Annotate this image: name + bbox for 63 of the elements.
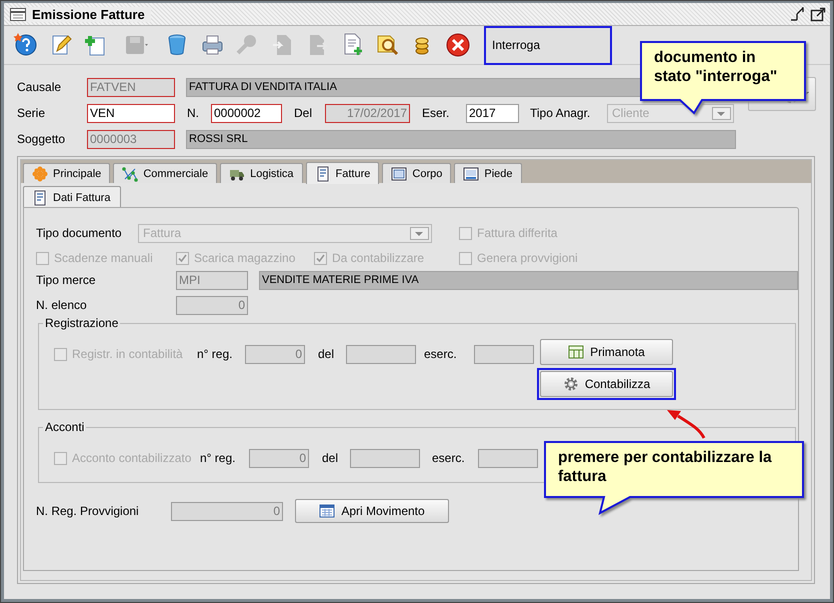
field-label: Serie — [17, 106, 46, 120]
tab[interactable]: Piede — [454, 163, 522, 183]
checkbox-label: Fattura differita — [477, 226, 558, 240]
tab[interactable]: Corpo — [382, 163, 452, 183]
description-field: ROSSI SRL — [186, 130, 736, 148]
field-label: Tipo Anagr. — [530, 106, 592, 120]
input-field[interactable] — [474, 344, 534, 364]
window-icon — [463, 166, 480, 182]
field-label: Tipo merce — [36, 273, 97, 287]
field-label: Soggetto — [17, 132, 66, 146]
field-label: N. — [187, 106, 200, 120]
field-label: n° reg. — [197, 347, 234, 361]
checkbox-label: Acconto contabilizzato — [72, 451, 192, 465]
action-button[interactable]: Primanota — [540, 339, 673, 365]
tab[interactable]: Fatture — [306, 162, 380, 184]
field-label: eserc. — [424, 347, 458, 361]
checkbox-label: Scarica magazzino — [194, 251, 296, 265]
tab[interactable]: Dati Fattura — [23, 186, 122, 208]
gear-icon — [562, 376, 579, 392]
field-label: N. Reg. Provvigioni — [36, 504, 140, 518]
callout-tooltip: premere per contabilizzare la fattura — [544, 441, 804, 514]
table-icon — [568, 344, 584, 360]
field-label: Causale — [17, 80, 62, 94]
checkbox-label: Registr. in contabilità — [72, 347, 183, 361]
group-title: Registrazione — [43, 316, 120, 330]
document-icon — [32, 190, 48, 206]
close-icon — [445, 32, 471, 58]
field-label: n° reg. — [200, 451, 236, 465]
input-field[interactable]: 0000002 — [211, 104, 282, 122]
mode-field: Interroga — [484, 26, 612, 64]
field-label: Del — [294, 106, 314, 120]
flower-icon — [32, 166, 48, 182]
network-icon — [122, 166, 138, 182]
help-icon — [13, 32, 39, 58]
checkbox-label: Genera provvigioni — [477, 251, 578, 265]
calendar-icon — [319, 503, 336, 519]
description-field: VENDITE MATERIE PRIME IVA — [259, 270, 798, 290]
maximize-icon — [810, 6, 826, 22]
document-icon — [314, 166, 331, 182]
input-field[interactable] — [350, 448, 420, 468]
checkbox-label: Scadenze manuali — [54, 251, 153, 265]
tab[interactable]: Principale — [23, 163, 110, 183]
input-field[interactable]: 2017 — [466, 104, 519, 122]
input-field[interactable]: VEN — [87, 104, 175, 122]
field-label: eserc. — [432, 451, 466, 465]
tab[interactable]: Logistica — [220, 163, 303, 183]
tab[interactable]: Commerciale — [113, 163, 218, 183]
field-label: Tipo documento — [36, 226, 123, 240]
field-label: del — [318, 347, 336, 361]
field-label: Eser. — [422, 106, 450, 120]
arrow-icon — [664, 408, 706, 440]
input-field[interactable] — [478, 448, 538, 468]
input-field[interactable] — [346, 344, 416, 364]
field-label: del — [322, 451, 340, 465]
group-title: Acconti — [43, 420, 86, 434]
window-title: Emissione Fatture — [26, 6, 151, 22]
action-button[interactable]: Apri Movimento — [295, 499, 449, 523]
window-icon — [391, 166, 408, 182]
checkbox-label: Da contabilizzare — [332, 251, 424, 265]
window-icon — [10, 6, 26, 22]
minimize-icon — [789, 6, 805, 22]
field-label: N. elenco — [36, 298, 88, 312]
action-button[interactable]: Contabilizza — [540, 371, 673, 397]
